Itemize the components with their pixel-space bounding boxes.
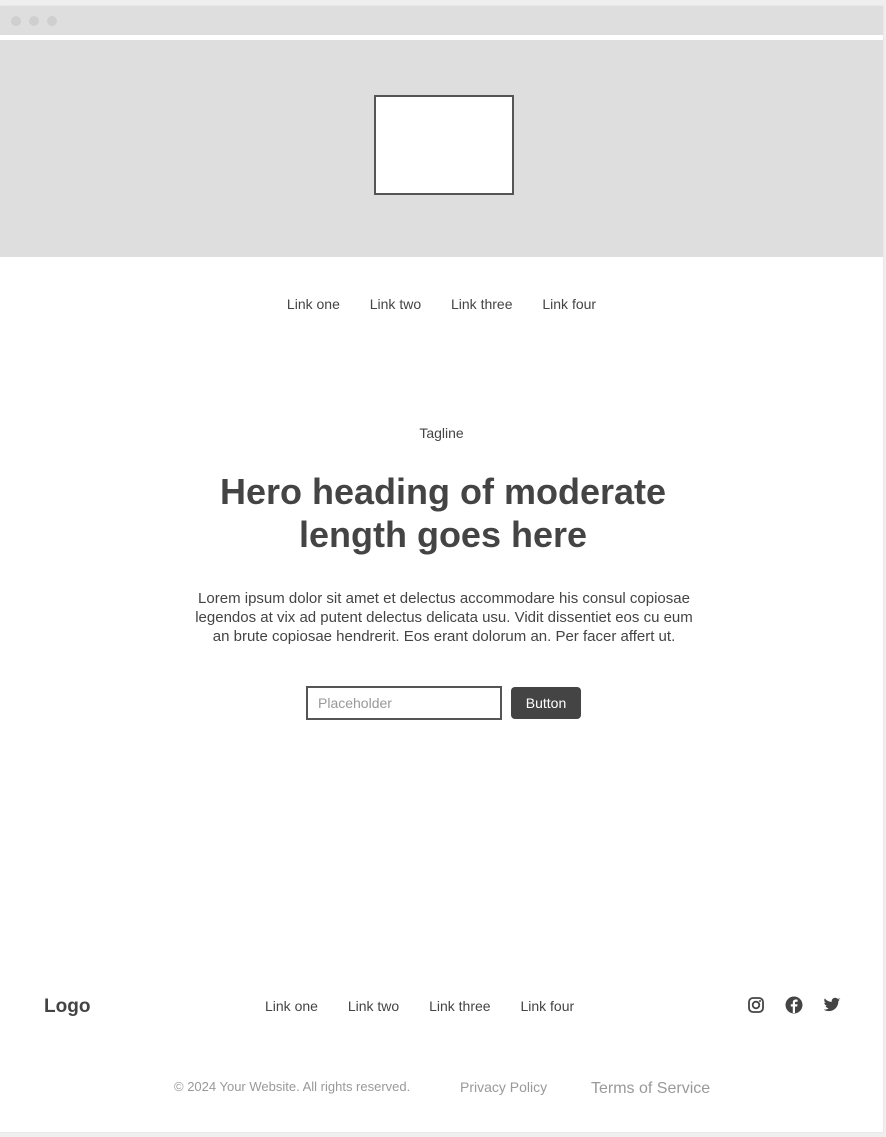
window-dot-icon <box>29 16 39 26</box>
privacy-policy-link[interactable]: Privacy Policy <box>460 1079 547 1095</box>
hero-description: Lorem ipsum dolor sit amet et delectus a… <box>195 590 693 645</box>
twitter-icon[interactable] <box>823 996 841 1014</box>
main-nav: Link one Link two Link three Link four <box>0 296 883 312</box>
signup-input[interactable] <box>306 686 502 720</box>
logo-image-placeholder <box>374 95 514 195</box>
nav-link-two[interactable]: Link two <box>370 296 421 312</box>
window-dot-icon <box>11 16 21 26</box>
copyright-text: © 2024 Your Website. All rights reserved… <box>174 1079 411 1094</box>
hero-tagline: Tagline <box>419 425 464 441</box>
window-dot-icon <box>47 16 57 26</box>
nav-link-four[interactable]: Link four <box>542 296 596 312</box>
hero-heading: Hero heading of moderate length goes her… <box>180 470 706 556</box>
browser-window: Link one Link two Link three Link four T… <box>0 6 883 1132</box>
nav-link-one[interactable]: Link one <box>287 296 340 312</box>
hero-heading-line-2: length goes here <box>298 514 588 555</box>
hero-heading-line-1: Hero heading of moderate <box>219 471 667 512</box>
window-titlebar <box>0 6 883 35</box>
footer-nav: Link one Link two Link three Link four <box>252 998 587 1014</box>
nav-link-three[interactable]: Link three <box>451 296 512 312</box>
footer-logo[interactable]: Logo <box>44 996 90 1018</box>
footer-link-three[interactable]: Link three <box>429 998 490 1014</box>
facebook-icon[interactable] <box>785 996 803 1014</box>
footer-link-four[interactable]: Link four <box>520 998 574 1014</box>
footer-link-one[interactable]: Link one <box>265 998 318 1014</box>
signup-button[interactable]: Button <box>511 687 581 719</box>
terms-of-service-link[interactable]: Terms of Service <box>591 1080 710 1098</box>
footer-link-two[interactable]: Link two <box>348 998 399 1014</box>
header-banner <box>0 40 883 257</box>
instagram-icon[interactable] <box>747 996 765 1014</box>
